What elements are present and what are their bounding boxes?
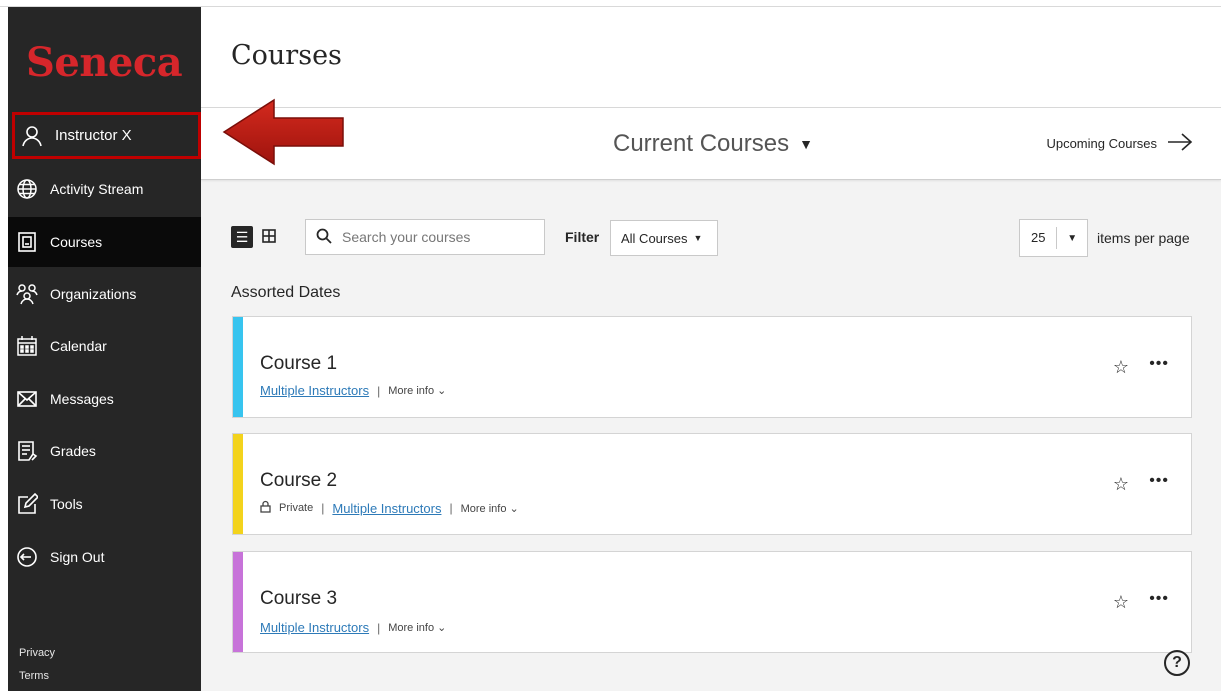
more-info-label: More info [388, 385, 435, 397]
course-card[interactable]: Course 2 Private | Multiple Instructors … [232, 433, 1192, 535]
sidebar-item-sign-out[interactable]: Sign Out [8, 532, 201, 582]
envelope-icon [16, 388, 38, 410]
page-header: Courses [201, 7, 1221, 108]
grid-view-button[interactable] [258, 226, 280, 248]
sidebar-item-label: Tools [50, 496, 83, 512]
course-card[interactable]: Course 3 Multiple Instructors | More inf… [232, 551, 1192, 653]
items-per-page-label: items per page [1097, 230, 1190, 246]
more-options-icon[interactable]: ••• [1149, 590, 1169, 608]
instructors-link[interactable]: Multiple Instructors [260, 620, 369, 635]
course-card[interactable]: Course 1 Multiple Instructors | More inf… [232, 316, 1192, 418]
sidebar-item-label: Organizations [50, 286, 137, 302]
current-courses-dropdown[interactable]: Current Courses ▼ [613, 130, 813, 158]
sidebar-item-label: Calendar [50, 338, 107, 354]
sidebar-item-messages[interactable]: Messages [8, 374, 201, 424]
course-color-stripe [233, 552, 243, 652]
chevron-down-icon: ⌄ [437, 385, 447, 397]
lock-icon [260, 500, 271, 516]
chevron-down-icon: ⌄ [509, 502, 519, 515]
sidebar-item-label: Grades [50, 443, 96, 459]
sidebar-item-label: Instructor X [55, 127, 132, 144]
sidebar-item-courses[interactable]: Courses [8, 217, 201, 267]
top-strip [0, 0, 1221, 7]
caret-down-icon: ▼ [693, 233, 703, 243]
current-courses-label: Current Courses [613, 130, 790, 157]
favorite-star-icon[interactable]: ☆ [1113, 592, 1129, 613]
course-title[interactable]: Course 3 [260, 588, 337, 610]
sign-out-icon [16, 546, 38, 568]
list-view-button[interactable]: ☰ [231, 226, 253, 248]
sidebar-item-grades[interactable]: Grades [8, 426, 201, 476]
private-label: Private [279, 502, 314, 514]
course-tabs: Current Courses ▼ Upcoming Courses [201, 108, 1221, 180]
caret-down-icon: ▼ [1067, 232, 1078, 244]
arrow-right-icon [1167, 132, 1193, 155]
instructors-link[interactable]: Multiple Instructors [260, 383, 369, 398]
filter-value: All Courses [621, 230, 688, 246]
help-icon[interactable]: ? [1164, 650, 1190, 676]
grid-icon [262, 228, 276, 246]
sidebar: Seneca Instructor X Activity Stream Cour… [8, 7, 201, 691]
more-options-icon[interactable]: ••• [1149, 355, 1169, 373]
sidebar-item-label: Activity Stream [50, 181, 144, 197]
calendar-icon [16, 335, 38, 357]
course-title[interactable]: Course 2 [260, 470, 337, 492]
items-per-page-value: 25 [1020, 227, 1058, 249]
more-info-toggle[interactable]: More info ⌄ [388, 384, 446, 397]
search-placeholder: Search your courses [342, 229, 471, 245]
sidebar-item-label: Courses [50, 234, 103, 250]
favorite-star-icon[interactable]: ☆ [1113, 474, 1129, 495]
course-title[interactable]: Course 1 [260, 353, 337, 375]
separator: | [377, 620, 381, 635]
grades-icon [16, 440, 38, 462]
upcoming-courses-label: Upcoming Courses [1046, 136, 1157, 151]
more-info-label: More info [388, 622, 435, 634]
separator: | [377, 383, 381, 398]
course-color-stripe [233, 434, 243, 534]
items-per-page-select[interactable]: 25 ▼ [1019, 219, 1088, 257]
annotation-arrow-icon [222, 98, 344, 166]
more-options-icon[interactable]: ••• [1149, 472, 1169, 490]
caret-down-icon: ▼ [799, 136, 813, 152]
more-info-label: More info [460, 502, 507, 515]
instructors-link[interactable]: Multiple Instructors [332, 501, 441, 516]
privacy-link[interactable]: Privacy [19, 647, 55, 659]
separator: | [321, 501, 325, 515]
main-content: Courses Current Courses ▼ Upcoming Cours… [201, 7, 1221, 691]
sidebar-item-label: Messages [50, 391, 114, 407]
sidebar-item-tools[interactable]: Tools [8, 479, 201, 529]
sidebar-item-calendar[interactable]: Calendar [8, 321, 201, 371]
favorite-star-icon[interactable]: ☆ [1113, 357, 1129, 378]
search-input[interactable]: Search your courses [305, 219, 545, 255]
course-color-stripe [233, 317, 243, 417]
course-meta: Multiple Instructors | More info ⌄ [260, 383, 446, 398]
globe-icon [16, 178, 38, 200]
more-info-toggle[interactable]: More info ⌄ [388, 621, 446, 634]
seneca-logo[interactable]: Seneca [26, 39, 183, 86]
more-info-toggle[interactable]: More info ⌄ [461, 502, 519, 515]
tools-icon [16, 493, 38, 515]
sidebar-item-profile[interactable]: Instructor X [12, 112, 201, 159]
filter-select[interactable]: All Courses ▼ [610, 220, 718, 256]
list-icon: ☰ [235, 228, 249, 245]
sidebar-item-label: Sign Out [50, 549, 105, 565]
upcoming-courses-link[interactable]: Upcoming Courses [1046, 132, 1193, 155]
course-meta: Multiple Instructors | More info ⌄ [260, 620, 446, 635]
courses-icon [16, 231, 38, 253]
sidebar-item-organizations[interactable]: Organizations [8, 269, 201, 319]
filter-label: Filter [565, 229, 600, 245]
course-meta: Private | Multiple Instructors | More in… [260, 500, 519, 516]
chevron-down-icon: ⌄ [437, 622, 447, 634]
sidebar-item-activity-stream[interactable]: Activity Stream [8, 164, 201, 214]
separator: | [449, 501, 453, 515]
user-icon [21, 125, 43, 147]
search-icon [316, 228, 332, 247]
organizations-icon [16, 283, 38, 305]
term-group-label: Assorted Dates [231, 284, 341, 301]
page-title: Courses [231, 40, 342, 71]
terms-link[interactable]: Terms [19, 670, 49, 682]
